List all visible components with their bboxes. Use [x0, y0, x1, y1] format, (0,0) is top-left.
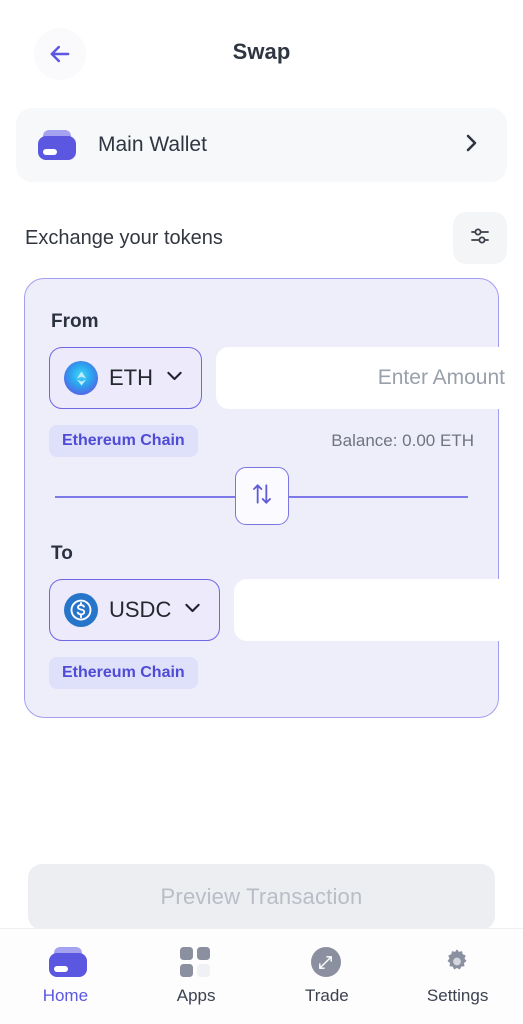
from-row: ETH [49, 347, 523, 409]
wallet-selector-row[interactable]: Main Wallet [16, 108, 507, 182]
wallet-icon [49, 947, 88, 977]
nav-item-apps[interactable]: Apps [131, 947, 262, 1006]
preview-transaction-button[interactable]: Preview Transaction [28, 864, 495, 930]
swap-screen: Swap Main Wallet Exchange your tokens Fr… [0, 0, 523, 1024]
eth-coin-icon [64, 361, 98, 395]
nav-label-home: Home [42, 986, 89, 1005]
from-chain-badge: Ethereum Chain [49, 425, 198, 457]
from-token-symbol: ETH [109, 365, 153, 390]
nav-item-home[interactable]: Home [0, 947, 131, 1006]
swap-card: From ETH Ethereum Chain B [24, 278, 523, 718]
expand-arrows-icon [310, 947, 343, 977]
chevron-right-icon [459, 131, 483, 160]
chevron-down-icon [182, 597, 203, 623]
back-button[interactable] [34, 28, 86, 80]
page-title: Swap [232, 39, 291, 64]
from-balance: Balance: 0.00 ETH [331, 431, 474, 450]
section-title: Exchange your tokens [25, 226, 223, 249]
to-token-select[interactable]: USDC [49, 579, 221, 641]
to-token-symbol: USDC [109, 597, 172, 622]
section-header: Exchange your tokens [16, 210, 507, 266]
nav-item-trade[interactable]: Trade [262, 947, 393, 1006]
from-meta-row: Ethereum Chain Balance: 0.00 ETH [49, 425, 474, 457]
swap-settings-button[interactable] [453, 212, 507, 264]
gear-icon [442, 947, 474, 977]
usdc-coin-icon [64, 593, 98, 627]
from-amount-input[interactable] [216, 347, 523, 409]
to-meta-row: Ethereum Chain [49, 657, 474, 689]
nav-label-settings: Settings [426, 986, 489, 1005]
app-header: Swap [0, 0, 523, 104]
from-label: From [51, 311, 99, 332]
nav-item-settings[interactable]: Settings [392, 947, 523, 1006]
to-label: To [51, 543, 73, 564]
swap-vertical-arrows-icon [249, 481, 275, 512]
wallet-icon [38, 130, 76, 160]
wallet-name: Main Wallet [98, 133, 207, 156]
to-row: USDC [49, 579, 523, 641]
arrow-left-icon [46, 40, 74, 68]
to-chain-badge: Ethereum Chain [49, 657, 198, 689]
chevron-down-icon [164, 365, 185, 391]
from-token-select[interactable]: ETH [49, 347, 202, 409]
to-amount-input[interactable] [234, 579, 523, 641]
nav-label-trade: Trade [304, 986, 349, 1005]
grid-icon [180, 947, 212, 977]
sliders-icon [468, 224, 492, 253]
bottom-navigation: Home Apps Trade Settings [0, 928, 523, 1024]
nav-label-apps: Apps [176, 986, 216, 1005]
swap-direction-button[interactable] [234, 467, 289, 525]
swap-direction-divider [49, 457, 474, 535]
